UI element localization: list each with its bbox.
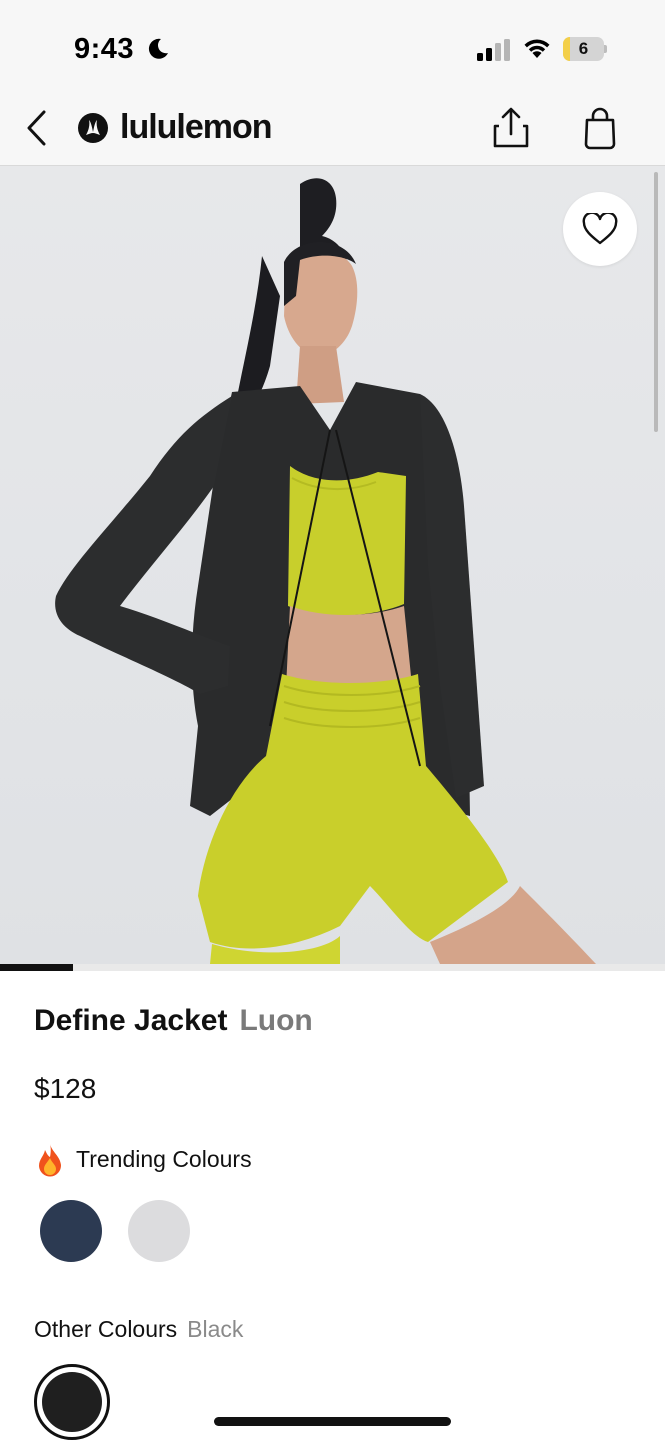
status-time: 9:43 [74,33,135,65]
nav-bar: lululemon [0,96,665,166]
selected-colour-name: Black [187,1316,244,1342]
other-colours-label: Other Colours [34,1316,178,1342]
moon-icon [148,38,168,59]
trending-label: Trending Colours [76,1146,252,1172]
colour-swatch-light-grey[interactable] [128,1200,190,1262]
carousel-progress-bar [0,964,74,971]
colour-swatch-black [42,1372,102,1432]
heart-icon [582,213,618,245]
scrollbar[interactable] [654,172,658,432]
signal-icon [477,39,510,61]
product-fabric: Luon [239,1004,313,1037]
product-name: Define Jacket [34,1004,228,1037]
colour-swatch-black-selected[interactable] [34,1364,110,1440]
carousel-progress-track [0,964,665,971]
brand-name[interactable]: lululemon [120,108,273,147]
shopping-bag-icon[interactable] [580,106,620,150]
colour-swatch-navy[interactable] [40,1200,102,1262]
home-indicator[interactable] [214,1417,451,1426]
lululemon-logo-icon[interactable] [77,112,109,144]
product-screen: 9:43 6 lululemon Define Jacket Luon $128… [0,0,665,1440]
wifi-icon [524,39,550,58]
status-bar: 9:43 6 [0,0,665,96]
other-colours-heading: Other Colours Black [34,1316,243,1343]
favorite-button[interactable] [563,192,637,266]
product-photo [55,178,596,964]
flame-icon [39,1144,62,1177]
share-icon[interactable] [490,106,532,150]
product-image-carousel[interactable] [0,166,665,964]
product-price: $128 [34,1073,97,1104]
battery-level: 6 [578,39,589,58]
back-arrow-icon[interactable] [22,108,56,148]
product-title: Define Jacket Luon [34,1004,313,1038]
battery-icon: 6 [563,37,607,61]
